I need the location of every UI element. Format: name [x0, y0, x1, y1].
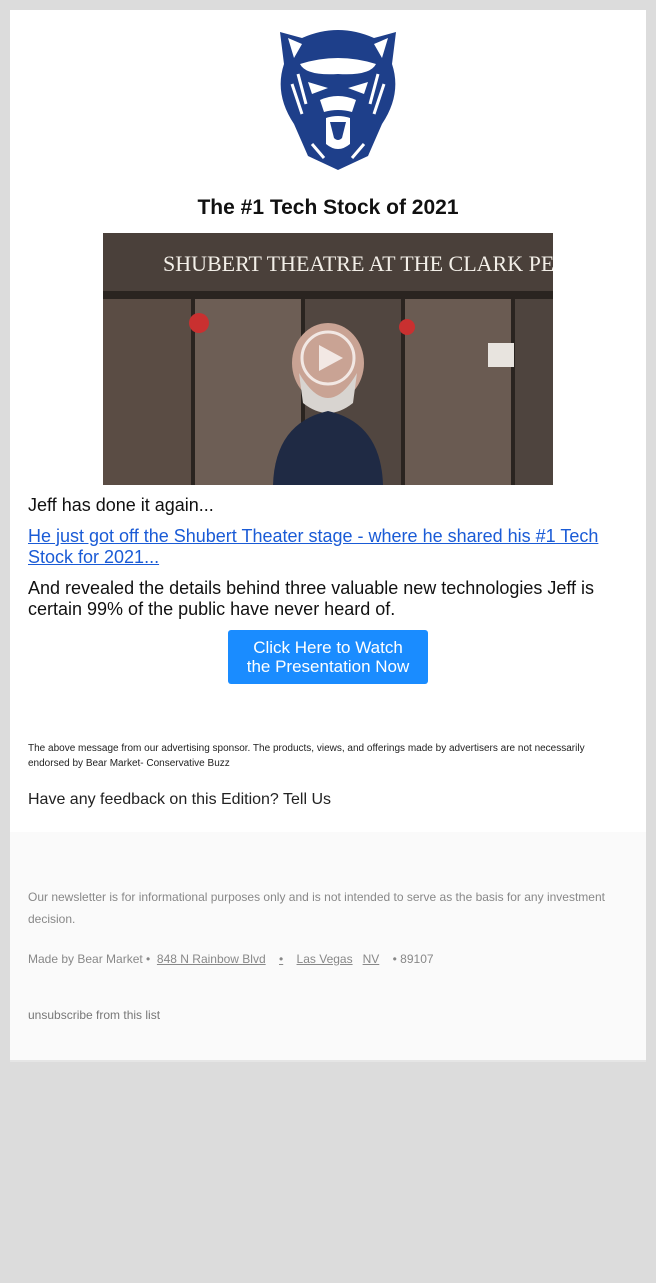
feedback-row: Have any feedback on this Edition? Tell …: [28, 791, 331, 809]
video-thumbnail[interactable]: SHUBERT THEATRE AT THE CLARK PERFORM: [103, 233, 553, 485]
cta-line-1: Click Here to Watch: [253, 638, 403, 657]
theatre-sign-text: SHUBERT THEATRE AT THE CLARK PERFORM: [163, 251, 553, 276]
footer-address: Made by Bear Market • 848 N Rainbow Blvd…: [28, 952, 434, 966]
bear-logo: [272, 24, 404, 172]
separator: •: [279, 952, 284, 966]
footer-note: Our newsletter is for informational purp…: [28, 890, 605, 926]
separator: •: [392, 952, 397, 966]
watch-presentation-button[interactable]: Click Here to Watch the Presentation Now: [228, 630, 428, 684]
presentation-link[interactable]: He just got off the Shubert Theater stag…: [28, 526, 628, 568]
made-by-text: Made by Bear Market •: [28, 952, 151, 966]
street-link[interactable]: 848 N Rainbow Blvd: [157, 952, 266, 966]
unsubscribe-link[interactable]: unsubscribe from this list: [28, 1008, 160, 1022]
intro-text: Jeff has done it again...: [28, 495, 214, 515]
cta-line-2: the Presentation Now: [246, 657, 410, 676]
city-link[interactable]: Las Vegas: [297, 952, 353, 966]
email-body: The #1 Tech Stock of 2021 SHUBERT THEATR…: [10, 10, 646, 832]
feedback-text: Have any feedback on this Edition?: [28, 791, 279, 808]
sponsor-disclaimer: The above message from our advertising s…: [28, 743, 585, 769]
headline: The #1 Tech Stock of 2021: [197, 196, 459, 219]
state-link[interactable]: NV: [363, 952, 380, 966]
zip-code: 89107: [400, 952, 434, 966]
tell-us-link[interactable]: Tell Us: [283, 791, 331, 808]
footer: Our newsletter is for informational purp…: [10, 832, 646, 1062]
detail-text: And revealed the details behind three va…: [28, 578, 595, 619]
